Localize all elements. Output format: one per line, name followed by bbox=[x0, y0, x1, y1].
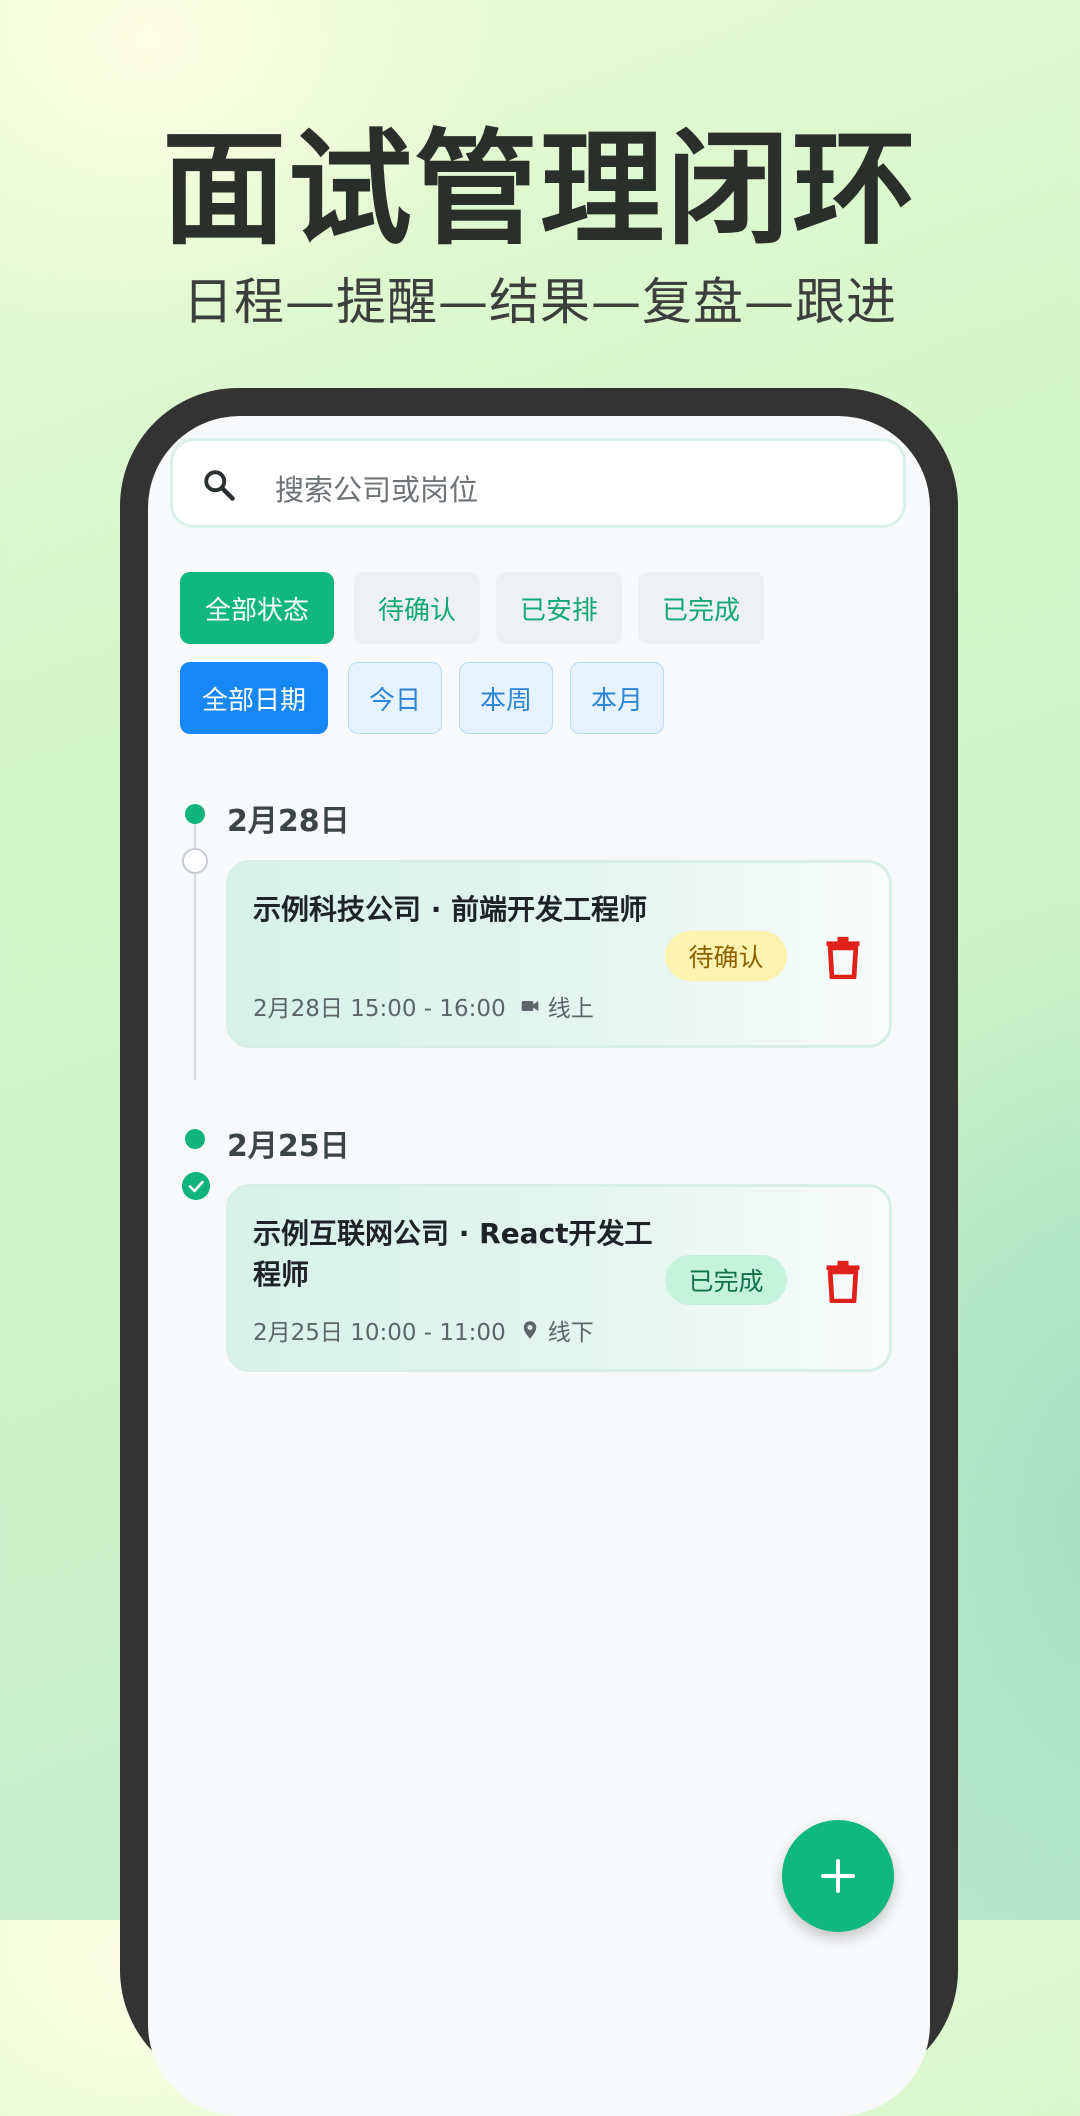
interview-meta: 2月28日 15:00 - 16:00 线上 bbox=[253, 989, 594, 1023]
filter-status-pending[interactable]: 待确认 bbox=[354, 572, 480, 644]
interview-meta: 2月25日 10:00 - 11:00 线下 bbox=[253, 1313, 594, 1347]
search-input[interactable]: 搜索公司或岗位 bbox=[275, 467, 478, 509]
search-icon bbox=[204, 470, 235, 501]
interview-card[interactable]: 示例互联网公司 · React开发工程师 2月25日 10:00 - 11:00… bbox=[226, 1184, 892, 1372]
interview-mode: 线上 bbox=[547, 996, 594, 1022]
interview-title: 示例互联网公司 · React开发工程师 bbox=[253, 1217, 653, 1291]
delete-icon[interactable] bbox=[821, 1259, 865, 1303]
video-icon bbox=[521, 1001, 539, 1011]
headline: 面试管理闭环 bbox=[161, 118, 918, 262]
interview-mode: 线下 bbox=[547, 1320, 594, 1346]
delete-icon[interactable] bbox=[821, 935, 865, 979]
check-icon bbox=[182, 1172, 210, 1200]
filter-status-completed[interactable]: 已完成 bbox=[638, 572, 764, 644]
subheadline: 日程—提醒—结果—复盘—跟进 bbox=[183, 273, 897, 331]
filter-date-week[interactable]: 本周 bbox=[459, 662, 553, 734]
status-badge: 待确认 bbox=[665, 931, 787, 981]
filter-date-month[interactable]: 本月 bbox=[570, 662, 664, 734]
app-screen: 搜索公司或岗位 全部状态 待确认 已安排 已完成 全部日期 今日 本周 本月 2… bbox=[148, 416, 930, 2116]
timeline-pending-marker bbox=[182, 848, 208, 874]
filter-date-today[interactable]: 今日 bbox=[348, 662, 442, 734]
phone-frame: 搜索公司或岗位 全部状态 待确认 已安排 已完成 全部日期 今日 本周 本月 2… bbox=[120, 388, 958, 2116]
timeline-date-dot bbox=[185, 804, 205, 824]
interview-title: 示例科技公司 · 前端开发工程师 bbox=[253, 893, 648, 926]
date-group-label: 2月28日 bbox=[227, 804, 350, 839]
filter-date-all[interactable]: 全部日期 bbox=[180, 662, 328, 734]
interview-time: 2月25日 10:00 - 11:00 bbox=[253, 1320, 506, 1346]
plus-icon bbox=[821, 1859, 855, 1893]
timeline-date-dot bbox=[185, 1129, 205, 1149]
location-pin-icon bbox=[523, 1321, 536, 1339]
add-interview-button[interactable] bbox=[782, 1820, 894, 1932]
search-bar[interactable]: 搜索公司或岗位 bbox=[170, 438, 906, 528]
status-badge: 已完成 bbox=[665, 1255, 787, 1305]
interview-time: 2月28日 15:00 - 16:00 bbox=[253, 996, 506, 1022]
date-group-label: 2月25日 bbox=[227, 1129, 350, 1164]
filter-status-all[interactable]: 全部状态 bbox=[180, 572, 334, 644]
filter-status-scheduled[interactable]: 已安排 bbox=[496, 572, 622, 644]
interview-card[interactable]: 示例科技公司 · 前端开发工程师 2月28日 15:00 - 16:00 线上 … bbox=[226, 860, 892, 1048]
